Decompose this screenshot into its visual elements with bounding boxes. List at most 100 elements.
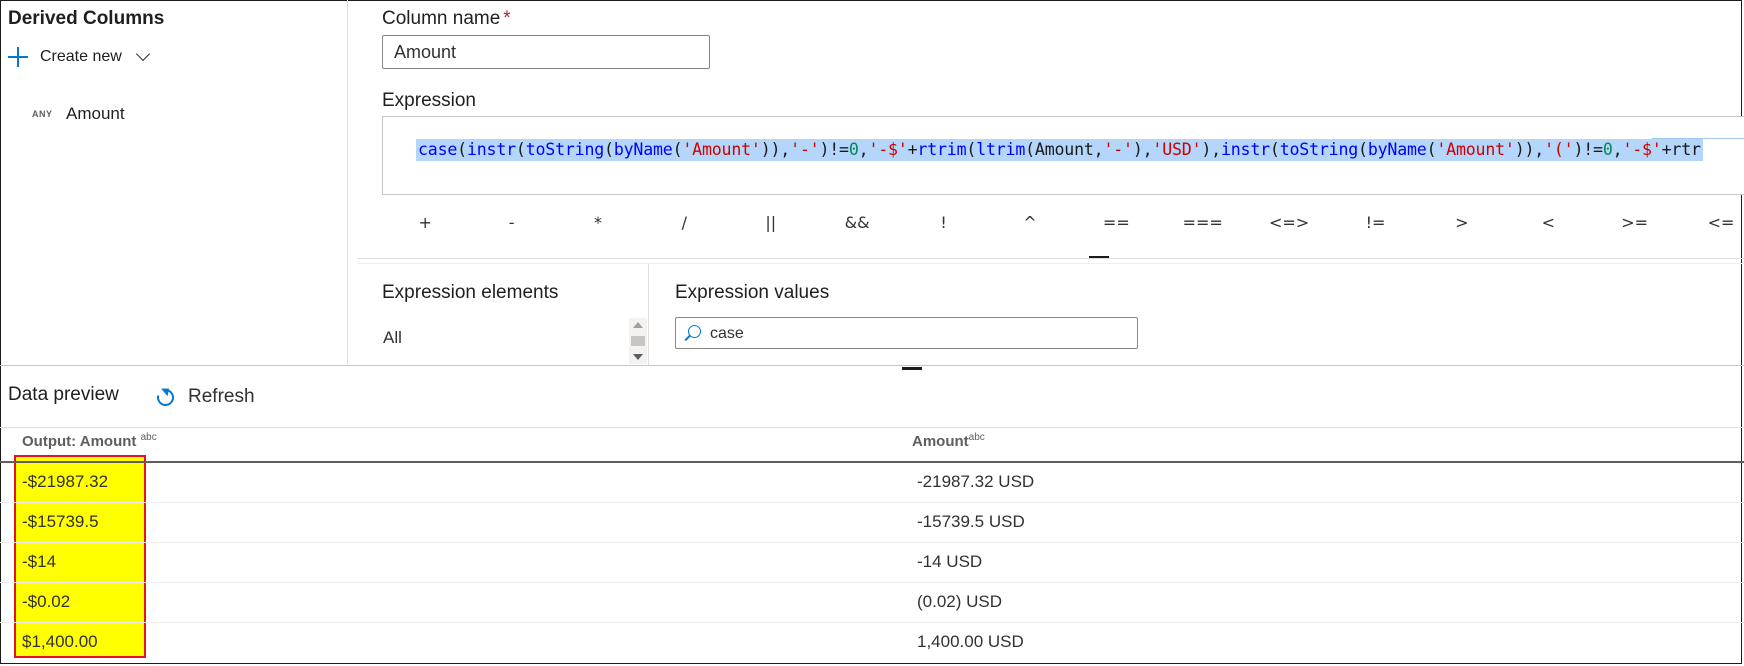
expression-operator-token: )),	[1514, 140, 1545, 159]
plus-icon	[6, 45, 30, 69]
expression-operator-token: (	[1426, 140, 1437, 159]
operator-button[interactable]: !	[900, 203, 986, 243]
row-divider	[0, 622, 1744, 623]
refresh-icon	[153, 385, 178, 409]
operator-button[interactable]: ===	[1160, 203, 1246, 243]
expression-function-token: ltrim	[976, 140, 1026, 159]
operator-button[interactable]: /	[641, 203, 727, 243]
pane-splitter	[0, 365, 1744, 366]
search-icon	[688, 325, 701, 338]
column-type-label: abc	[968, 432, 985, 443]
operator-button[interactable]: ==	[1073, 203, 1159, 243]
expression-operator-token: )),	[760, 140, 791, 159]
operator-button[interactable]: -	[468, 203, 554, 243]
expression-operator-token: (	[604, 140, 614, 159]
expression-values-title: Expression values	[675, 282, 830, 303]
operator-button[interactable]: +	[382, 203, 468, 243]
create-new-label: Create new	[40, 48, 122, 65]
operator-button[interactable]: >	[1419, 203, 1505, 243]
row-divider	[0, 502, 1744, 503]
expression-function-token: toString	[525, 140, 605, 159]
expression-function-token: byName	[1367, 140, 1427, 159]
expression-elements-item-all[interactable]: All	[383, 328, 402, 348]
expression-operator-token: +	[907, 140, 918, 159]
expression-string-token: '-$'	[1622, 140, 1662, 159]
operator-button[interactable]: <	[1505, 203, 1591, 243]
expression-text[interactable]: case(instr(toString(byName('Amount')),'-…	[416, 139, 1703, 161]
elements-scrollbar[interactable]	[629, 318, 647, 364]
operator-button[interactable]: <=>	[1246, 203, 1332, 243]
expression-operator-token: ,	[1612, 140, 1623, 159]
scroll-up-icon[interactable]	[633, 322, 643, 328]
amount-cell: -21987.32 USD	[917, 472, 1035, 491]
expression-identifier-token: rtr	[1671, 140, 1701, 159]
operator-button[interactable]: !=	[1332, 203, 1418, 243]
column-header-label: Output: Amount	[22, 433, 141, 450]
derived-columns-title: Derived Columns	[8, 8, 165, 29]
expression-values-search[interactable]	[675, 317, 1138, 350]
operator-button[interactable]: ||	[728, 203, 814, 243]
column-name-input[interactable]	[382, 35, 710, 69]
scrollbar-thumb[interactable]	[631, 336, 645, 346]
table-top-border	[0, 427, 1744, 428]
operator-button[interactable]: ^	[987, 203, 1073, 243]
output-amount-cell: -$21987.32	[22, 472, 109, 491]
expression-operator-token: (	[672, 140, 683, 159]
expression-function-token: case	[418, 140, 458, 159]
column-header-amount[interactable]: Amountabc	[912, 432, 985, 450]
expression-string-token: '-'	[790, 140, 820, 159]
output-amount-cell: $1,400.00	[22, 632, 98, 651]
column-header-label: Amount	[912, 433, 969, 450]
column-header-output-amount[interactable]: Output: Amount abc	[22, 432, 157, 450]
pane-splitter-handle[interactable]	[902, 367, 922, 370]
amount-cell: -14 USD	[917, 552, 983, 571]
expression-string-token: 'Amount'	[1436, 140, 1515, 159]
create-new-button[interactable]: Create new	[6, 42, 150, 72]
scroll-down-icon[interactable]	[633, 354, 643, 360]
refresh-label: Refresh	[188, 386, 255, 407]
expression-operator-token: (	[966, 140, 977, 159]
expression-operator-token: (	[1025, 140, 1035, 159]
expression-operator-token: (	[515, 140, 526, 159]
operator-button[interactable]: >=	[1591, 203, 1677, 243]
output-amount-cell: -$0.02	[22, 592, 71, 611]
operator-button[interactable]: &&	[814, 203, 900, 243]
expression-operator-token: +	[1661, 140, 1672, 159]
operator-button[interactable]: <=	[1678, 203, 1744, 243]
chevron-down-icon[interactable]	[135, 46, 150, 62]
data-preview-title: Data preview	[8, 384, 119, 405]
amount-cell: (0.02) USD	[917, 592, 1003, 611]
operator-bar: + - * / || &&! ^ == === <=> != > < >= <=	[382, 203, 1744, 243]
amount-cell: -15739.5 USD	[917, 512, 1025, 531]
search-input[interactable]	[708, 318, 1132, 350]
expression-number-token: 0	[1602, 140, 1613, 159]
output-amount-cell: -$14	[22, 552, 57, 571]
expression-string-token: '-$'	[868, 140, 908, 159]
column-list-item-amount[interactable]: ANY Amount	[32, 104, 125, 124]
expression-function-token: instr	[1220, 140, 1270, 159]
output-amount-cell: -$15739.5	[22, 512, 99, 531]
expression-string-token: '-'	[1103, 140, 1133, 159]
expression-elements-title: Expression elements	[382, 282, 559, 303]
expression-string-token: 'USD'	[1152, 140, 1202, 159]
expression-function-token: instr	[466, 140, 516, 159]
expression-operator-token: )!=	[1573, 140, 1603, 159]
column-name-label: Column name *	[382, 8, 511, 30]
amount-cell: 1,400.00 USD	[917, 632, 1024, 651]
expression-operator-token: (	[1358, 140, 1368, 159]
expression-operator-token: ),	[1201, 140, 1221, 159]
table-header-border	[0, 461, 1744, 463]
column-name-label-text: Column name	[382, 8, 501, 29]
type-badge: ANY	[32, 109, 53, 119]
expression-string-token: 'Amount'	[682, 140, 761, 159]
expression-operator-token: (	[457, 140, 467, 159]
refresh-button[interactable]: Refresh	[153, 385, 255, 409]
expression-function-token: toString	[1279, 140, 1359, 159]
expression-editor[interactable]: case(instr(toString(byName('Amount')),'-…	[382, 116, 1744, 195]
required-asterisk: *	[503, 8, 511, 29]
expression-function-token: byName	[613, 140, 673, 159]
column-list-item-label: Amount	[66, 104, 125, 123]
operator-button[interactable]: *	[555, 203, 641, 243]
expression-identifier-token: Amount	[1034, 140, 1094, 159]
expression-operator-token: ,	[1093, 140, 1104, 159]
